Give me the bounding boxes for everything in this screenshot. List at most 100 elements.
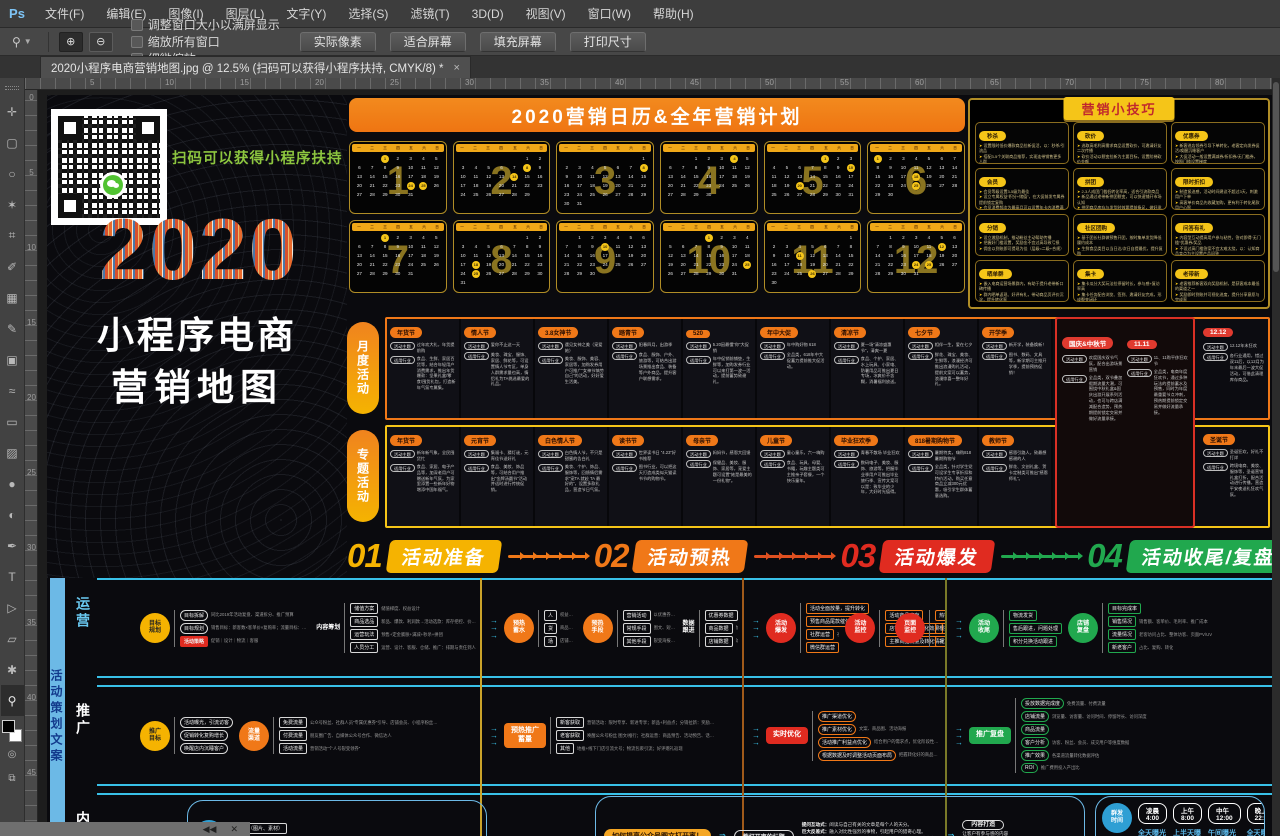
day-cell: 18 bbox=[910, 172, 923, 181]
zoom-out-button[interactable]: ⊖ bbox=[89, 32, 113, 52]
zoom-in-button[interactable]: ⊕ bbox=[59, 32, 83, 52]
pen-tool[interactable]: ✒ bbox=[1, 530, 24, 561]
options-button[interactable]: 填充屏幕 bbox=[480, 32, 556, 52]
dodge-tool[interactable]: ◐ bbox=[1, 499, 24, 530]
zoom-tool[interactable]: ⚲ bbox=[1, 685, 24, 716]
dash-arrow bbox=[1053, 555, 1066, 558]
day-cell: 21 bbox=[677, 181, 690, 190]
dash-arrow bbox=[1027, 555, 1040, 558]
menubar-item[interactable]: 视图(V) bbox=[515, 7, 577, 21]
menubar-item[interactable]: 文字(Y) bbox=[275, 7, 337, 21]
clone-stamp-tool[interactable]: ▣ bbox=[1, 344, 24, 375]
menubar-item[interactable]: 选择(S) bbox=[337, 7, 399, 21]
day-cell: 19 bbox=[935, 251, 948, 260]
healing-brush-tool[interactable]: ▦ bbox=[1, 282, 24, 313]
theme-label-pill: 活动主题 bbox=[908, 342, 933, 350]
zone-arrows: →→→ bbox=[752, 725, 760, 747]
industry-section: 适用行业美妆、个护、饰品、服饰等，回馈情侣需求“宠TA 就趁 TA 最好的”，设… bbox=[538, 464, 604, 493]
brush-tool[interactable]: ✎ bbox=[1, 313, 24, 344]
day-cell: 15 bbox=[702, 251, 715, 260]
status-overlay-bar[interactable]: ◀◀ ✕ bbox=[0, 822, 250, 836]
collapse-icon[interactable]: ◀◀ bbox=[203, 824, 217, 835]
flow-item: 目标拆解同比2019年活动复盘、渠道拆分、推广预算 bbox=[180, 610, 310, 621]
options-button[interactable]: 实际像素 bbox=[300, 32, 376, 52]
color-swatches[interactable] bbox=[2, 720, 22, 742]
day-cell: 28 bbox=[806, 190, 819, 199]
festival-card: 读书节活动主题世界读书日 “4.23”好书推荐适用行业图书行业，可以把这天打造成… bbox=[609, 427, 683, 526]
quick-mask-icon[interactable]: ◎ bbox=[1, 742, 24, 766]
day-cell: 14 bbox=[806, 172, 819, 181]
flow-item: 主推商品流量及转化情况 bbox=[885, 636, 889, 647]
foreground-color-swatch[interactable] bbox=[2, 720, 15, 733]
phase-dashes bbox=[500, 555, 594, 558]
checkbox-icon[interactable] bbox=[131, 19, 143, 31]
ruler-mark: 45 bbox=[690, 78, 699, 87]
shape-tool[interactable]: ▱ bbox=[1, 623, 24, 654]
menubar-item[interactable]: 文件(F) bbox=[34, 7, 95, 21]
options-checkbox[interactable]: 缩放所有窗口 bbox=[131, 33, 280, 50]
menubar-item[interactable]: 滤镜(T) bbox=[399, 7, 460, 21]
hand-tool[interactable]: ✱ bbox=[1, 654, 24, 685]
marquee-tool[interactable]: ▢ bbox=[1, 127, 24, 158]
empty-day bbox=[573, 154, 586, 163]
dash-arrow bbox=[1066, 555, 1079, 558]
canvas-area[interactable]: 扫码可以获得小程序扶持2020小程序电商营销地图2020营销日历&全年营销计划一… bbox=[38, 90, 1272, 836]
tip-line: 新客进店领券引导下单转化，老客定向发券促活/唤醒沉睡客户 bbox=[1175, 143, 1261, 154]
day-cell: 16 bbox=[768, 260, 781, 269]
day-cell: 11 bbox=[728, 163, 741, 172]
menubar-item[interactable]: 帮助(H) bbox=[642, 7, 705, 21]
close-icon[interactable]: ✕ bbox=[230, 824, 238, 835]
type-tool[interactable]: T bbox=[1, 561, 24, 592]
empty-day bbox=[366, 233, 379, 242]
day-cell: 6 bbox=[495, 242, 508, 251]
tip-line: 基于团长社群做预售开团，按时集单发货降低履约成本 bbox=[1077, 235, 1163, 246]
eraser-tool[interactable]: ▭ bbox=[1, 406, 24, 437]
options-button[interactable]: 适合屏幕 bbox=[390, 32, 466, 52]
day-cell: 3 bbox=[728, 233, 741, 242]
ruler-mark: 70 bbox=[1065, 78, 1074, 87]
options-button[interactable]: 打印尺寸 bbox=[570, 32, 646, 52]
menubar-item[interactable]: 窗口(W) bbox=[577, 7, 642, 21]
phase-header-row: 01活动准备02活动预热03活动爆发04活动收尾/复盘 bbox=[347, 536, 1270, 576]
path-select-tool[interactable]: ▷ bbox=[1, 592, 24, 623]
document-tab[interactable]: 2020小程序电商营销地图.jpg @ 12.5% (扫码可以获得小程序扶持, … bbox=[40, 56, 471, 78]
day-cell: 23 bbox=[884, 181, 897, 190]
vertical-scrollbar[interactable] bbox=[1272, 78, 1280, 836]
zone-arrows: →→→ bbox=[490, 617, 498, 639]
close-icon[interactable]: × bbox=[454, 62, 460, 74]
eyedropper-tool[interactable]: ✐ bbox=[1, 251, 24, 282]
gradient-tool[interactable]: ▨ bbox=[1, 437, 24, 468]
panel-grip[interactable] bbox=[5, 86, 19, 90]
timeline-item: 上午8:00上半天曝光最高点 bbox=[1173, 803, 1202, 836]
day-cell: 19 bbox=[664, 260, 677, 269]
festival-title-pill: 年货节 bbox=[390, 327, 422, 338]
zoom-tool-preview[interactable]: ⚲ ▼ bbox=[6, 35, 38, 49]
move-tool[interactable]: ✛ bbox=[1, 96, 24, 127]
screen-mode-icon[interactable]: ⧉ bbox=[1, 766, 24, 790]
theme-label-pill: 活动主题 bbox=[686, 342, 711, 350]
blur-tool[interactable]: ● bbox=[1, 468, 24, 499]
flow-item: 店铺数据访客数据跟进、粉丝增长 bbox=[705, 636, 738, 647]
industry-label-pill: 适用行业 bbox=[390, 356, 415, 364]
day-cell: 24 bbox=[599, 260, 612, 269]
theme-text: 新年新气象，全民囤货忙 bbox=[417, 450, 456, 462]
lasso-tool[interactable]: ○ bbox=[1, 158, 24, 189]
zone-arrows: →→→ bbox=[490, 725, 498, 747]
history-brush-tool[interactable]: ≈ bbox=[1, 375, 24, 406]
scrollbar-thumb[interactable] bbox=[1273, 82, 1279, 272]
checkbox-icon[interactable] bbox=[131, 36, 143, 48]
day-cell: 17 bbox=[715, 172, 728, 181]
crop-tool[interactable]: ⌗ bbox=[1, 220, 24, 251]
day-cell: 16 bbox=[897, 251, 910, 260]
flow-item: 店铺流量浏览量、访客量、访问时间、停留时长、访问深度 bbox=[1021, 711, 1147, 722]
industry-label-pill: 适用行业 bbox=[982, 352, 1007, 360]
empty-day bbox=[780, 154, 793, 163]
magic-wand-tool[interactable]: ✶ bbox=[1, 189, 24, 220]
flow-items: 投放数据完成度免费流量、付费流量店铺流量浏览量、访客量、访问时间、停留时长、访问… bbox=[1015, 698, 1147, 773]
menubar-item[interactable]: 3D(D) bbox=[461, 7, 515, 21]
day-cell: 3 bbox=[897, 154, 910, 163]
flow-item-box: 促销转化复购增长 bbox=[180, 730, 228, 741]
day-cell: 18 bbox=[768, 181, 781, 190]
options-checkbox[interactable]: 调整窗口大小以满屏显示 bbox=[131, 16, 280, 33]
ruler-mark: 80 bbox=[1215, 78, 1224, 87]
